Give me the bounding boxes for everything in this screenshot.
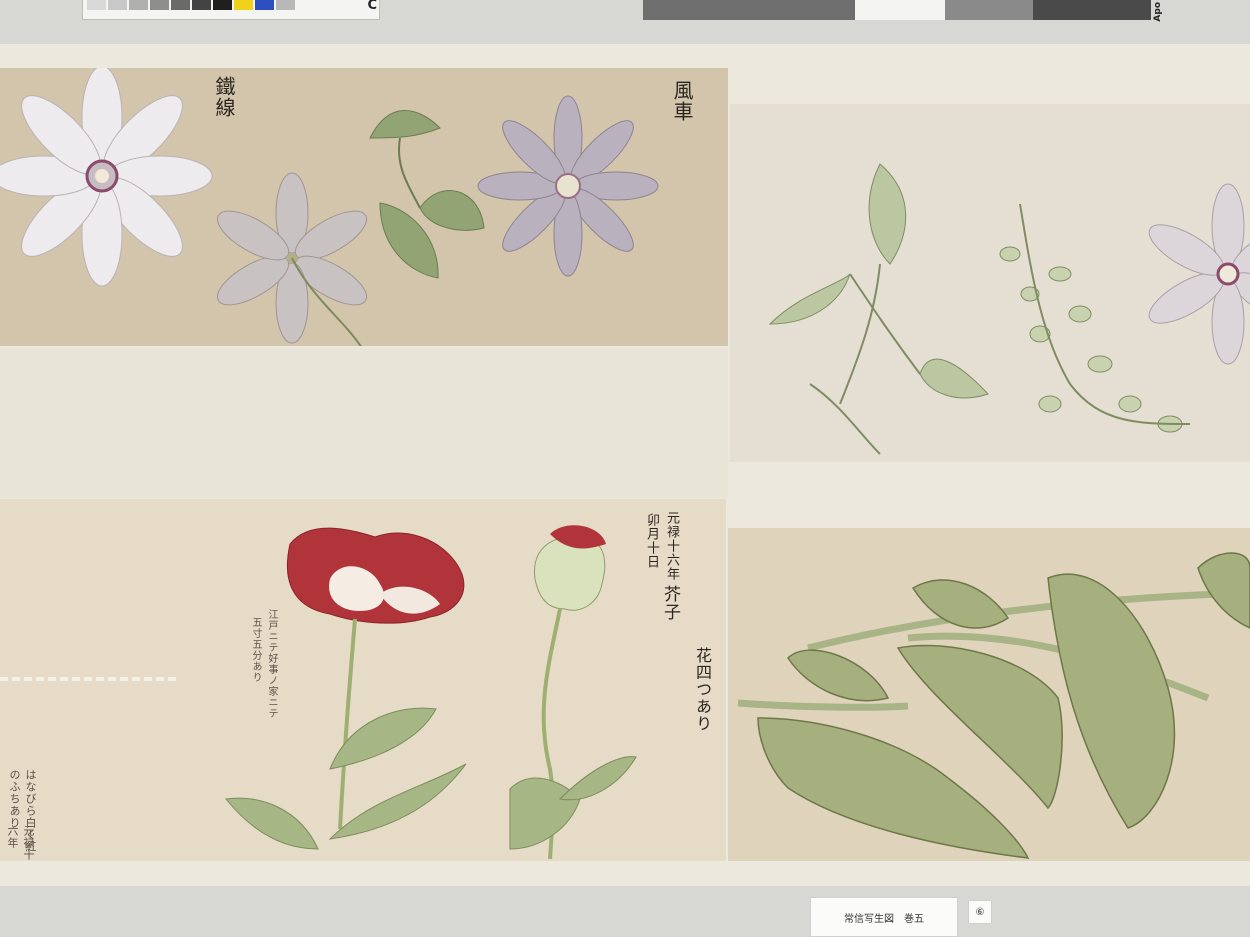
clematis-sketch-flower bbox=[1148, 183, 1250, 365]
poppy-painting bbox=[0, 525, 637, 860]
color-patch bbox=[171, 0, 190, 10]
color-patch bbox=[87, 0, 106, 10]
gray-step bbox=[945, 0, 1033, 20]
leaf-panel bbox=[728, 528, 1250, 861]
white-clematis-flower bbox=[0, 68, 213, 287]
color-patch bbox=[255, 0, 274, 10]
blank-paper-strip bbox=[0, 348, 728, 498]
caption-tessen: 鐵線 bbox=[212, 76, 236, 118]
clematis-vine bbox=[369, 110, 485, 279]
color-calibration-strip: C bbox=[82, 0, 380, 20]
color-patch bbox=[213, 0, 232, 10]
color-patch bbox=[150, 0, 169, 10]
clematis-sketch-painting bbox=[768, 163, 1250, 455]
poppy-date: 元禄十六年 bbox=[664, 511, 679, 581]
grey-clematis-flower bbox=[216, 172, 368, 346]
label-number: ⑥ bbox=[968, 900, 992, 924]
poppy-note-left2: 元禄十六年 bbox=[6, 825, 35, 861]
gray-calibration-strip: Apo bbox=[643, 0, 1163, 22]
clematis-sketch-panel bbox=[730, 104, 1250, 462]
calibration-letter: C bbox=[367, 0, 377, 13]
poppy-note-right: 花四つあり bbox=[693, 647, 712, 732]
clematis-painting bbox=[0, 68, 659, 346]
calibration-text: Apo bbox=[1153, 2, 1163, 22]
label-title: 常信写生図 bbox=[844, 913, 894, 925]
leaf-painting bbox=[737, 552, 1250, 859]
color-patch bbox=[276, 0, 295, 10]
poppy-panel: 元禄十六年 卯月十日 芥子 花四つあり 江戸ニテ好事ノ家ニテ 五寸五分あり はな… bbox=[0, 499, 726, 861]
gray-step bbox=[643, 0, 855, 20]
label-volume: 巻五 bbox=[904, 913, 924, 925]
poppy-name: 芥子 bbox=[660, 585, 680, 621]
color-patch bbox=[129, 0, 148, 10]
scroll-mount: 鐵線 風車 元禄十六年 卯月十日 芥子 花四つあり 江戸ニテ好事ノ家ニテ 五寸五… bbox=[0, 44, 1250, 886]
clematis-panel: 鐵線 風車 bbox=[0, 68, 728, 346]
poppy-date-line2: 卯月十日 bbox=[644, 513, 659, 569]
collection-label: 常信写生図 巻五 bbox=[810, 897, 958, 937]
color-patch bbox=[108, 0, 127, 10]
gray-step bbox=[1033, 0, 1151, 20]
poppy-note-mid: 江戸ニテ好事ノ家ニテ bbox=[266, 609, 277, 719]
mauve-clematis-flower bbox=[477, 95, 659, 277]
gray-step bbox=[855, 0, 945, 20]
color-patch bbox=[234, 0, 253, 10]
color-patch bbox=[192, 0, 211, 10]
poppy-note-mid2: 五寸五分あり bbox=[250, 617, 261, 683]
caption-kazaguruma: 風車 bbox=[670, 80, 694, 122]
